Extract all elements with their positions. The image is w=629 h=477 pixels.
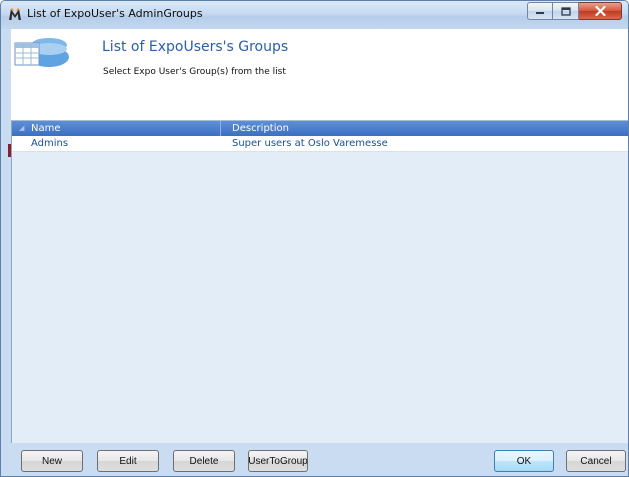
minimize-icon [536,12,544,14]
groups-grid[interactable]: ◢ Name Description Admins Super users at… [11,121,628,443]
column-header-name[interactable]: Name [12,121,221,136]
header-subtitle: Select Expo User's Group(s) from the lis… [103,67,286,77]
dialog-window: List of ExpoUser's AdminGroups List of E… [0,0,629,477]
maximize-button[interactable] [553,2,579,20]
button-bar: New Edit Delete UserToGroup OK Cancel [11,443,628,476]
maximize-icon [560,6,571,16]
title-bar[interactable]: List of ExpoUser's AdminGroups [1,1,628,29]
user-to-group-button[interactable]: UserToGroup [248,450,308,472]
cell-description: Super users at Oslo Varemesse [232,138,388,149]
header-panel: List of ExpoUsers's Groups Select Expo U… [11,29,628,121]
cancel-button[interactable]: Cancel [566,450,626,472]
window-title: List of ExpoUser's AdminGroups [27,7,203,20]
table-row[interactable]: Admins Super users at Oslo Varemesse [12,136,628,152]
minimize-button[interactable] [527,2,553,20]
header-title: List of ExpoUsers's Groups [102,39,289,55]
column-header-description[interactable]: Description [221,121,628,136]
cell-name: Admins [31,138,69,149]
database-grid-icon [14,38,69,67]
close-button[interactable] [579,2,622,20]
app-icon [9,8,21,20]
new-button[interactable]: New [21,450,83,472]
edit-button[interactable]: Edit [97,450,159,472]
grid-header: ◢ Name Description [12,121,628,136]
delete-button[interactable]: Delete [173,450,235,472]
close-icon [594,6,606,16]
caption-buttons [527,2,622,21]
ok-button[interactable]: OK [494,450,554,472]
